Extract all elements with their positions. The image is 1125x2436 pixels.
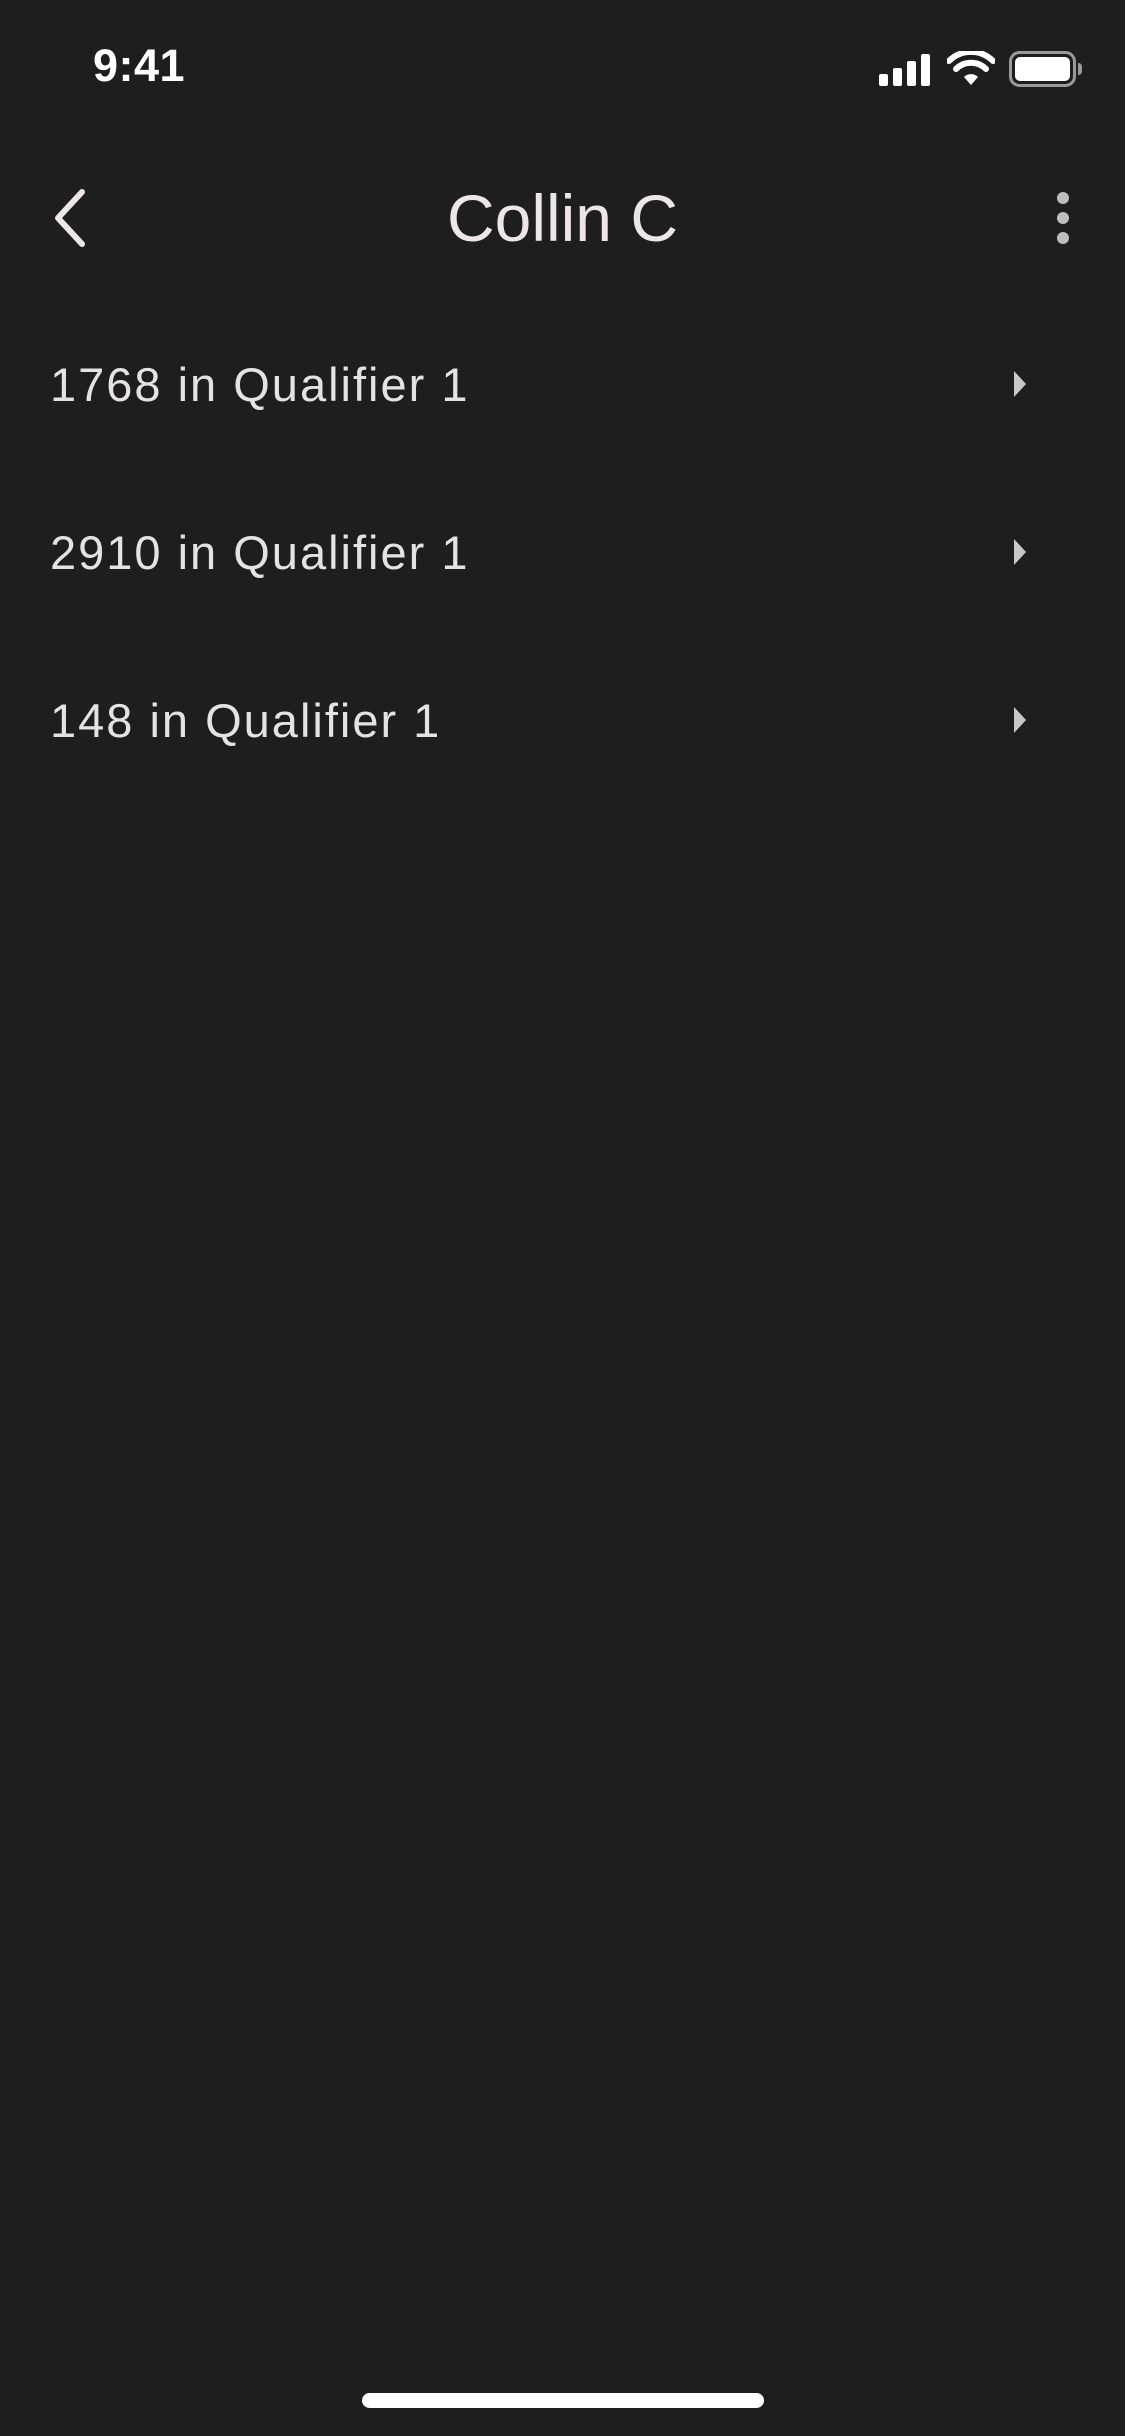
chevron-left-icon <box>55 189 85 247</box>
back-button[interactable] <box>30 178 110 258</box>
chevron-right-icon <box>1010 537 1030 567</box>
list-item[interactable]: 1768 in Qualifier 1 <box>0 300 1125 468</box>
more-vertical-icon <box>1057 192 1069 244</box>
list-item[interactable]: 2910 in Qualifier 1 <box>0 468 1125 636</box>
list-item-label: 1768 in Qualifier 1 <box>50 357 470 411</box>
list-item[interactable]: 148 in Qualifier 1 <box>0 636 1125 804</box>
more-options-button[interactable] <box>1023 178 1103 258</box>
status-icons <box>879 50 1083 88</box>
cellular-signal-icon <box>879 54 930 86</box>
chevron-right-icon <box>1010 369 1030 399</box>
navigation-bar: Collin C <box>0 160 1125 276</box>
status-time: 9:41 <box>93 40 186 91</box>
chevron-right-icon <box>1010 705 1030 735</box>
page-title: Collin C <box>446 181 679 255</box>
status-bar: 9:41 <box>0 0 1125 132</box>
wifi-icon <box>947 51 995 85</box>
qualifier-list: 1768 in Qualifier 1 2910 in Qualifier 1 … <box>0 300 1125 804</box>
battery-icon <box>1009 51 1082 87</box>
list-item-label: 2910 in Qualifier 1 <box>50 525 470 579</box>
home-indicator[interactable] <box>362 2393 764 2408</box>
list-item-label: 148 in Qualifier 1 <box>50 693 442 747</box>
